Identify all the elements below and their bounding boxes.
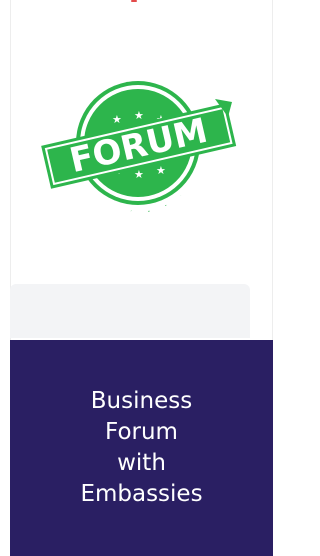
accent-mark	[131, 0, 137, 2]
star-icon: ★	[134, 109, 144, 122]
star-icon: ★	[134, 168, 144, 181]
star-icon: ★	[156, 164, 166, 177]
page: SAUDI ARABIA SAUDI ARABIA ★ ★ ★ ★ ★ ★ FO…	[0, 0, 277, 556]
stamp-svg: SAUDI ARABIA SAUDI ARABIA ★ ★ ★ ★ ★ ★ FO…	[41, 62, 237, 224]
card-caption-strip	[10, 284, 250, 338]
star-icon: ★	[112, 113, 122, 126]
panel-title: Business Forum with Embassies	[80, 388, 203, 507]
forum-stamp-logo: SAUDI ARABIA SAUDI ARABIA ★ ★ ★ ★ ★ ★ FO…	[10, 40, 265, 270]
feature-panel[interactable]: Business Forum with Embassies	[10, 340, 273, 556]
